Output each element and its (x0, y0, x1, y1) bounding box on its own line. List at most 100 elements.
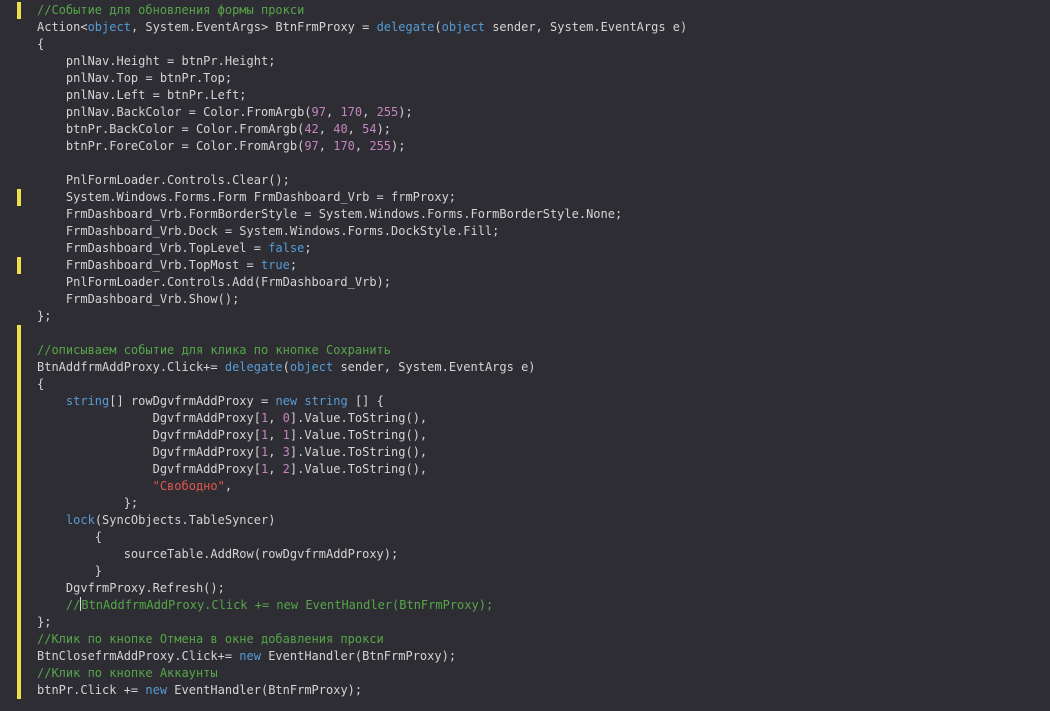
token-text: btnPr.ForeColor = Color.FromArgb( (37, 139, 305, 153)
token-comment: //Клик по кнопке Отмена в окне добавлени… (37, 632, 384, 646)
token-text: DgvfrmProxy.Refresh(); (37, 581, 225, 595)
code-line[interactable]: { (0, 529, 1050, 546)
code-line[interactable]: } (0, 563, 1050, 580)
code-text: }; (37, 495, 138, 512)
code-line[interactable] (0, 155, 1050, 172)
code-line[interactable] (0, 325, 1050, 342)
token-keyword: new (239, 649, 261, 663)
token-keyword: new (275, 394, 298, 408)
token-text: { (37, 37, 45, 51)
code-line[interactable]: }; (0, 614, 1050, 631)
code-line[interactable]: FrmDashboard_Vrb.Show(); (0, 291, 1050, 308)
token-number: 1 (282, 428, 290, 442)
token-text: , (268, 411, 283, 425)
code-line[interactable]: FrmDashboard_Vrb.FormBorderStyle = Syste… (0, 206, 1050, 223)
code-line[interactable]: DgvfrmAddProxy[1, 3].Value.ToString(), (0, 444, 1050, 461)
code-text: //Событие для обновления формы прокси (37, 2, 304, 19)
code-line[interactable]: //Событие для обновления формы прокси (0, 2, 1050, 19)
code-text: btnPr.BackColor = Color.FromArgb(42, 40,… (37, 121, 391, 138)
change-marker (17, 665, 21, 682)
code-editor[interactable]: //Событие для обновления формы прокси Act… (0, 0, 1050, 711)
code-line[interactable]: string[] rowDgvfrmAddProxy = new string … (0, 393, 1050, 410)
code-line[interactable]: FrmDashboard_Vrb.TopLevel = false; (0, 240, 1050, 257)
code-line[interactable]: }; (0, 495, 1050, 512)
change-marker (17, 563, 21, 580)
code-text: DgvfrmAddProxy[1, 2].Value.ToString(), (37, 461, 428, 478)
code-text: pnlNav.BackColor = Color.FromArgb(97, 17… (37, 104, 413, 121)
code-line[interactable]: FrmDashboard_Vrb.TopMost = true; (0, 257, 1050, 274)
token-keyword: object (441, 20, 485, 34)
token-keyword: object (87, 20, 131, 34)
token-text: pnlNav.Left = btnPr.Left; (37, 88, 247, 102)
code-line[interactable]: btnPr.ForeColor = Color.FromArgb(97, 170… (0, 138, 1050, 155)
token-text: btnPr.BackColor = Color.FromArgb( (37, 122, 305, 136)
code-line[interactable]: pnlNav.Left = btnPr.Left; (0, 87, 1050, 104)
code-line[interactable]: pnlNav.Top = btnPr.Top; (0, 70, 1050, 87)
code-line[interactable]: DgvfrmAddProxy[1, 1].Value.ToString(), (0, 427, 1050, 444)
code-line[interactable]: DgvfrmAddProxy[1, 0].Value.ToString(), (0, 410, 1050, 427)
token-text: , (224, 479, 233, 493)
change-marker (17, 614, 21, 631)
code-text: }; (37, 308, 51, 325)
token-text: , (268, 445, 283, 459)
token-text: (SyncObjects.TableSyncer) (94, 513, 276, 527)
token-number: 255 (376, 105, 399, 119)
token-text: { (37, 377, 45, 391)
code-line[interactable]: System.Windows.Forms.Form FrmDashboard_V… (0, 189, 1050, 206)
code-line[interactable]: pnlNav.Height = btnPr.Height; (0, 53, 1050, 70)
token-text: FrmDashboard_Vrb.Dock = System.Windows.F… (37, 224, 500, 238)
code-line[interactable]: btnPr.Click += new EventHandler(BtnFrmPr… (0, 682, 1050, 699)
change-marker (17, 546, 21, 563)
code-line[interactable]: }; (0, 308, 1050, 325)
code-line[interactable]: sourceTable.AddRow(rowDgvfrmAddProxy); (0, 546, 1050, 563)
code-line[interactable]: BtnAddfrmAddProxy.Click+= delegate(objec… (0, 359, 1050, 376)
token-text: PnlFormLoader.Controls.Clear(); (37, 173, 290, 187)
code-text: DgvfrmProxy.Refresh(); (37, 580, 225, 597)
code-line[interactable]: //описываем событие для клика по кнопке … (0, 342, 1050, 359)
code-text: FrmDashboard_Vrb.FormBorderStyle = Syste… (37, 206, 622, 223)
code-line[interactable]: DgvfrmAddProxy[1, 2].Value.ToString(), (0, 461, 1050, 478)
code-line[interactable]: BtnClosefrmAddProxy.Click+= new EventHan… (0, 648, 1050, 665)
token-text: DgvfrmAddProxy[ (37, 462, 261, 476)
code-line[interactable]: btnPr.BackColor = Color.FromArgb(42, 40,… (0, 121, 1050, 138)
code-line[interactable]: DgvfrmProxy.Refresh(); (0, 580, 1050, 597)
token-text: EventHandler(BtnFrmProxy); (260, 649, 457, 663)
change-marker (17, 580, 21, 597)
code-text: BtnClosefrmAddProxy.Click+= new EventHan… (37, 648, 456, 665)
token-text: DgvfrmAddProxy[ (37, 428, 261, 442)
code-line[interactable]: PnlFormLoader.Controls.Add(FrmDashboard_… (0, 274, 1050, 291)
code-line[interactable]: lock(SyncObjects.TableSyncer) (0, 512, 1050, 529)
token-number: 0 (282, 411, 290, 425)
token-keyword: delegate (224, 360, 283, 374)
token-text: Action< (37, 20, 88, 34)
token-text: DgvfrmAddProxy[ (37, 411, 261, 425)
token-comment: //Событие для обновления формы прокси (37, 3, 305, 17)
token-number: 3 (282, 445, 290, 459)
token-text: ); (398, 105, 413, 119)
code-line[interactable]: PnlFormLoader.Controls.Clear(); (0, 172, 1050, 189)
change-marker (17, 597, 21, 614)
code-text: DgvfrmAddProxy[1, 1].Value.ToString(), (37, 427, 428, 444)
token-text: { (37, 530, 103, 544)
code-line[interactable]: pnlNav.BackColor = Color.FromArgb(97, 17… (0, 104, 1050, 121)
token-text: ].Value.ToString(), (289, 462, 428, 476)
token-number: 54 (362, 122, 377, 136)
code-line[interactable]: { (0, 376, 1050, 393)
token-text: , (326, 105, 341, 119)
code-line[interactable]: //Клик по кнопке Аккаунты (0, 665, 1050, 682)
token-text: BtnClosefrmAddProxy.Click+= (37, 649, 240, 663)
code-line[interactable]: //BtnAddfrmAddProxy.Click += new EventHa… (0, 597, 1050, 614)
code-text: sourceTable.AddRow(rowDgvfrmAddProxy); (37, 546, 399, 563)
code-line[interactable]: { (0, 36, 1050, 53)
token-text: [] rowDgvfrmAddProxy = (109, 394, 276, 408)
token-text: FrmDashboard_Vrb.TopMost = (37, 258, 261, 272)
token-text: , (362, 105, 377, 119)
code-line[interactable]: FrmDashboard_Vrb.Dock = System.Windows.F… (0, 223, 1050, 240)
token-text: } (37, 564, 103, 578)
code-line[interactable]: "Свободно", (0, 478, 1050, 495)
code-text: btnPr.Click += new EventHandler(BtnFrmPr… (37, 682, 362, 699)
code-line[interactable]: //Клик по кнопке Отмена в окне добавлени… (0, 631, 1050, 648)
change-marker (17, 410, 21, 427)
code-line[interactable]: Action<object, System.EventArgs> BtnFrmP… (0, 19, 1050, 36)
